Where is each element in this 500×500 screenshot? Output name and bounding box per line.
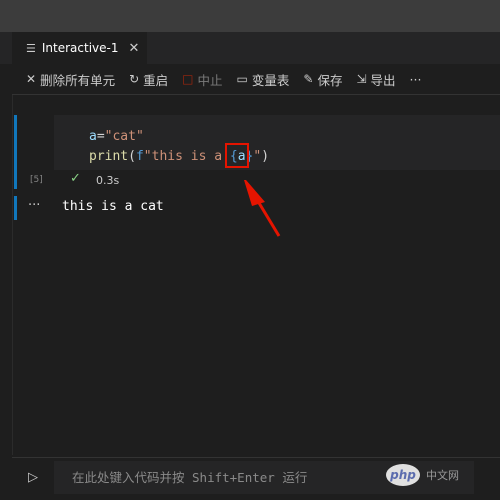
watermark-logo: php	[386, 464, 420, 486]
input-divider	[12, 457, 500, 458]
cell-output-text: this is a cat	[62, 199, 164, 214]
annotation-arrow	[244, 180, 281, 237]
arrow-head	[244, 180, 265, 206]
output-menu-icon[interactable]: ···	[28, 198, 40, 213]
watermark-text: 中文网	[426, 469, 459, 482]
execution-count: [5]	[30, 175, 43, 185]
success-check-icon: ✓	[70, 171, 81, 186]
execution-duration: 0.3s	[96, 174, 120, 187]
run-icon[interactable]: ▷	[28, 470, 38, 485]
watermark: php 中文网	[386, 464, 459, 486]
output-indicator	[14, 196, 17, 220]
